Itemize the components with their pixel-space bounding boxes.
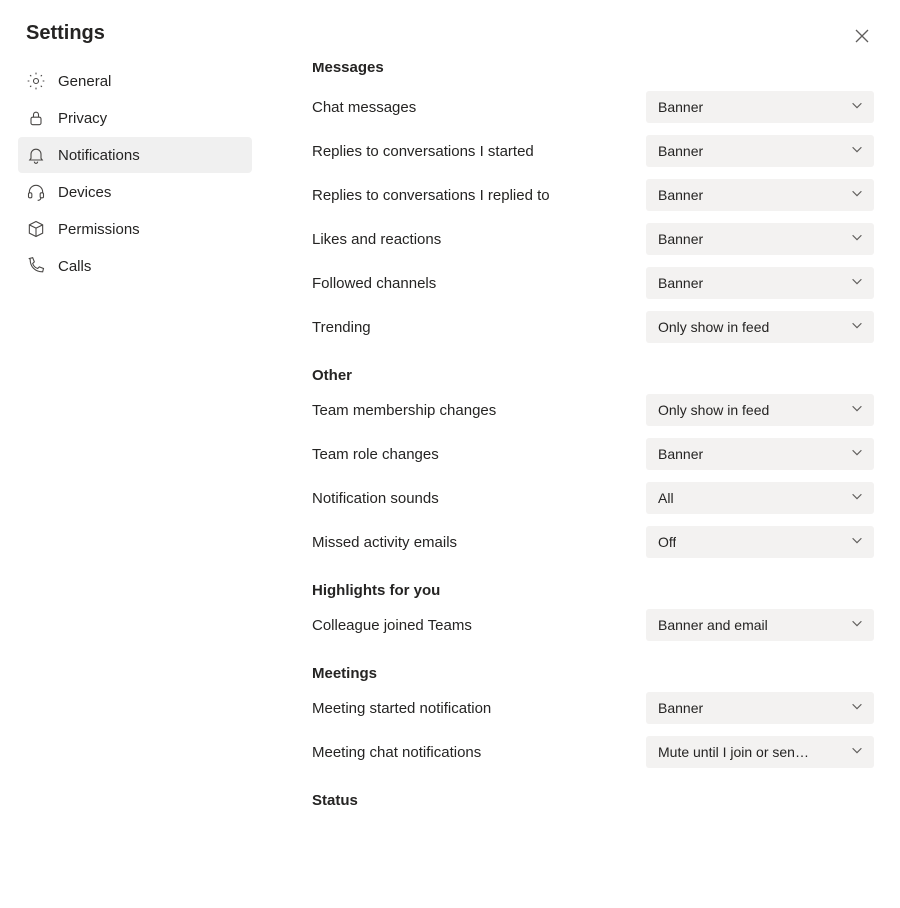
sidebar-item-permissions[interactable]: Permissions — [18, 211, 252, 247]
dropdown-value: Banner — [658, 231, 703, 247]
chevron-down-icon — [850, 743, 864, 762]
chevron-down-icon — [850, 274, 864, 293]
dropdown-replies-replied[interactable]: Banner — [646, 179, 874, 211]
chevron-down-icon — [850, 699, 864, 718]
setting-label: Trending — [312, 319, 371, 336]
sidebar-item-label: General — [58, 73, 111, 90]
sidebar-item-label: Notifications — [58, 147, 140, 164]
chevron-down-icon — [850, 401, 864, 420]
chevron-down-icon — [850, 142, 864, 161]
setting-row: Team membership changes Only show in fee… — [312, 394, 874, 426]
setting-label: Team role changes — [312, 446, 439, 463]
sidebar-item-label: Calls — [58, 258, 91, 275]
dropdown-value: Banner — [658, 446, 703, 462]
dropdown-value: Off — [658, 534, 676, 550]
sidebar-item-calls[interactable]: Calls — [18, 248, 252, 284]
chevron-down-icon — [850, 98, 864, 117]
setting-label: Colleague joined Teams — [312, 617, 472, 634]
chevron-down-icon — [850, 186, 864, 205]
dropdown-colleague-joined[interactable]: Banner and email — [646, 609, 874, 641]
dropdown-team-membership[interactable]: Only show in feed — [646, 394, 874, 426]
setting-row: Replies to conversations I replied to Ba… — [312, 179, 874, 211]
chevron-down-icon — [850, 445, 864, 464]
setting-label: Followed channels — [312, 275, 436, 292]
chevron-down-icon — [850, 616, 864, 635]
setting-row: Trending Only show in feed — [312, 311, 874, 343]
dropdown-value: Banner — [658, 700, 703, 716]
chevron-down-icon — [850, 318, 864, 337]
sidebar-item-label: Devices — [58, 184, 111, 201]
setting-row: Meeting started notification Banner — [312, 692, 874, 724]
chevron-down-icon — [850, 230, 864, 249]
dropdown-chat-messages[interactable]: Banner — [646, 91, 874, 123]
gear-icon — [26, 71, 46, 91]
sidebar-item-devices[interactable]: Devices — [18, 174, 252, 210]
chevron-down-icon — [850, 489, 864, 508]
dropdown-replies-started[interactable]: Banner — [646, 135, 874, 167]
setting-label: Chat messages — [312, 99, 416, 116]
dropdown-value: Banner — [658, 187, 703, 203]
section-heading-messages: Messages — [312, 63, 874, 76]
section-heading-highlights: Highlights for you — [312, 582, 874, 599]
setting-row: Missed activity emails Off — [312, 526, 874, 558]
sidebar-item-label: Permissions — [58, 221, 140, 238]
dropdown-value: Only show in feed — [658, 319, 769, 335]
sidebar: General Privacy Notifications Devices — [18, 63, 252, 819]
chevron-down-icon — [850, 533, 864, 552]
dropdown-value: Mute until I join or sen… — [658, 744, 809, 760]
dropdown-value: Only show in feed — [658, 402, 769, 418]
close-icon — [854, 31, 870, 48]
setting-label: Team membership changes — [312, 402, 496, 419]
dropdown-likes-reactions[interactable]: Banner — [646, 223, 874, 255]
setting-label: Meeting chat notifications — [312, 744, 481, 761]
setting-label: Replies to conversations I started — [312, 143, 534, 160]
section-heading-other: Other — [312, 367, 874, 384]
sidebar-item-general[interactable]: General — [18, 63, 252, 99]
setting-label: Notification sounds — [312, 490, 439, 507]
page-title: Settings — [26, 22, 874, 45]
package-icon — [26, 219, 46, 239]
setting-label: Meeting started notification — [312, 700, 491, 717]
lock-icon — [26, 108, 46, 128]
setting-row: Likes and reactions Banner — [312, 223, 874, 255]
setting-row: Replies to conversations I started Banne… — [312, 135, 874, 167]
dropdown-team-role[interactable]: Banner — [646, 438, 874, 470]
setting-row: Colleague joined Teams Banner and email — [312, 609, 874, 641]
dropdown-meeting-started[interactable]: Banner — [646, 692, 874, 724]
setting-label: Missed activity emails — [312, 534, 457, 551]
headset-icon — [26, 182, 46, 202]
dropdown-value: Banner — [658, 275, 703, 291]
setting-row: Notification sounds All — [312, 482, 874, 514]
sidebar-item-notifications[interactable]: Notifications — [18, 137, 252, 173]
section-heading-status: Status — [312, 792, 874, 809]
dropdown-followed-channels[interactable]: Banner — [646, 267, 874, 299]
dropdown-value: Banner and email — [658, 617, 768, 633]
dropdown-value: Banner — [658, 99, 703, 115]
dropdown-value: Banner — [658, 143, 703, 159]
section-heading-meetings: Meetings — [312, 665, 874, 682]
setting-row: Meeting chat notifications Mute until I … — [312, 736, 874, 768]
close-button[interactable] — [854, 28, 870, 49]
phone-icon — [26, 256, 46, 276]
bell-icon — [26, 145, 46, 165]
dropdown-missed-emails[interactable]: Off — [646, 526, 874, 558]
setting-row: Followed channels Banner — [312, 267, 874, 299]
sidebar-item-label: Privacy — [58, 110, 107, 127]
setting-label: Likes and reactions — [312, 231, 441, 248]
dropdown-trending[interactable]: Only show in feed — [646, 311, 874, 343]
sidebar-item-privacy[interactable]: Privacy — [18, 100, 252, 136]
setting-row: Team role changes Banner — [312, 438, 874, 470]
setting-label: Replies to conversations I replied to — [312, 187, 550, 204]
dropdown-meeting-chat[interactable]: Mute until I join or sen… — [646, 736, 874, 768]
dropdown-notification-sounds[interactable]: All — [646, 482, 874, 514]
settings-content: Messages Chat messages Banner Replies to… — [252, 63, 874, 819]
dropdown-value: All — [658, 490, 674, 506]
setting-row: Chat messages Banner — [312, 91, 874, 123]
